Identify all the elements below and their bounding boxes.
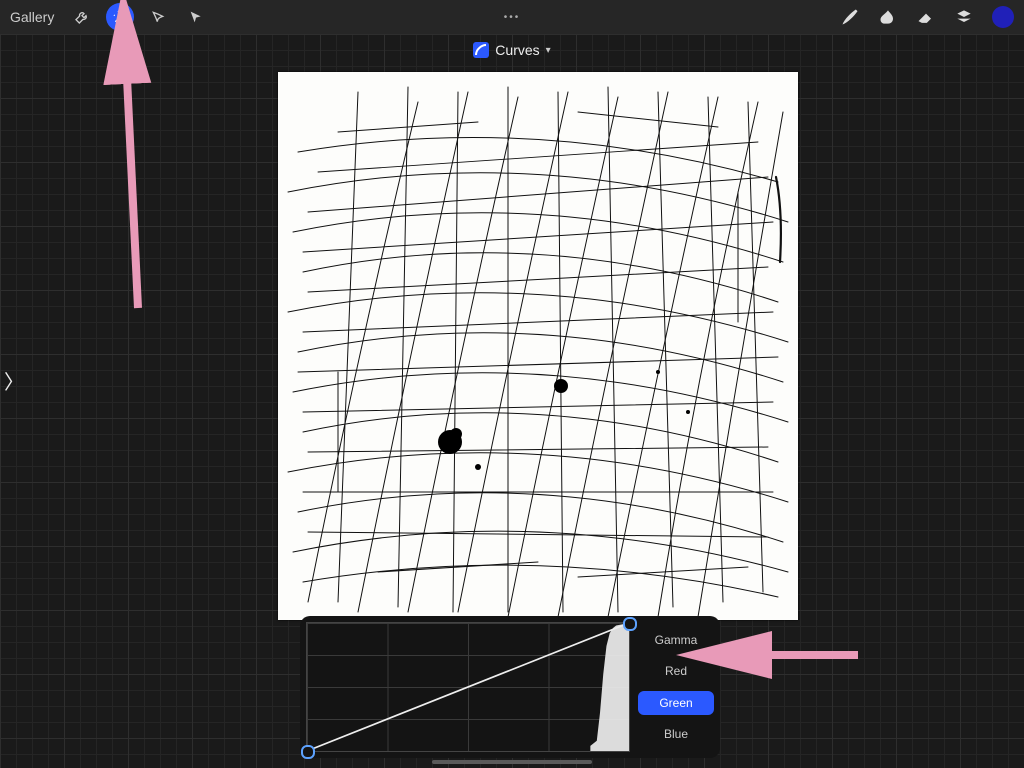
- channel-red[interactable]: Red: [638, 659, 714, 683]
- wand-icon[interactable]: [106, 3, 134, 31]
- wrench-icon[interactable]: [68, 3, 96, 31]
- menu-dots-icon[interactable]: •••: [504, 12, 521, 23]
- cursor-icon[interactable]: [182, 3, 210, 31]
- channel-gamma[interactable]: Gamma: [638, 628, 714, 652]
- curve-point-shadow[interactable]: [301, 745, 315, 759]
- color-picker-button[interactable]: [992, 6, 1014, 28]
- canvas[interactable]: [278, 72, 798, 620]
- top-right-tools: [840, 0, 1014, 34]
- chevron-down-icon: ▾: [546, 45, 551, 56]
- selection-icon[interactable]: [144, 3, 172, 31]
- curves-graph[interactable]: [306, 622, 630, 752]
- channel-blue[interactable]: Blue: [638, 722, 714, 746]
- curve-point-highlight[interactable]: [623, 617, 637, 631]
- adjustment-title[interactable]: Curves ▾: [0, 42, 1024, 58]
- channel-green[interactable]: Green: [638, 691, 714, 715]
- home-indicator: [432, 760, 592, 764]
- sidebar-expand-handle[interactable]: 〉: [4, 366, 24, 395]
- top-toolbar: Gallery •••: [0, 0, 1024, 34]
- brush-icon[interactable]: [840, 7, 860, 27]
- channel-list: Gamma Red Green Blue: [638, 622, 714, 752]
- gallery-button[interactable]: Gallery: [10, 9, 54, 25]
- curves-panel: Gamma Red Green Blue: [300, 616, 720, 758]
- adjustment-title-label: Curves: [495, 42, 539, 58]
- curves-icon: [473, 42, 489, 58]
- smudge-icon[interactable]: [878, 7, 898, 27]
- layers-icon[interactable]: [954, 7, 974, 27]
- eraser-icon[interactable]: [916, 7, 936, 27]
